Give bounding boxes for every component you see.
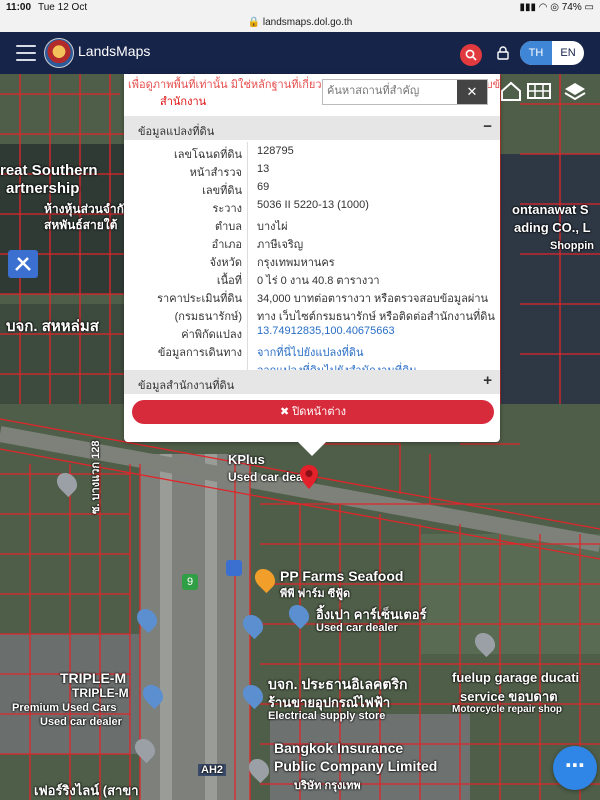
parcel-section-title: ข้อมูลแปลงที่ดิน [138,126,215,138]
map-label: Used car dealer [40,716,122,728]
app-title: LandsMaps [78,43,151,59]
map-label: บริษัท กรุงเทพ [294,780,361,792]
detail-value: 69 [257,181,270,193]
detail-row: ค่าพิกัดแปลง 13.74912835,100.40675663 [124,322,500,341]
map-label: Used car dealer [316,622,398,634]
home-icon[interactable] [498,80,524,102]
place-search-box: ✕ [322,79,488,105]
map-label: บจก. สหหล่มส [6,318,99,335]
detail-row: ราคาประเมินที่ดิน 34,000 บาทต่อตารางวา หร… [124,286,500,305]
status-bar: 11:00 Tue 12 Oct ▮▮▮ ◠ ◎ 74% ▭ [0,0,600,16]
url-bar[interactable]: 🔒 landsmaps.dol.go.th [0,16,600,32]
menu-icon[interactable] [16,45,36,61]
map-label: fuelup garage ducati [452,670,580,685]
map-label: reat Southern [0,162,98,179]
location-pin-icon[interactable] [299,464,319,490]
grid-icon[interactable] [526,80,552,102]
map-label: พีพี ฟาร์ม ซีฟู้ด [280,588,351,600]
map-label: สหพันธ์สายใต้ [44,218,118,232]
battery-percent: 74% [561,2,582,13]
detail-row: อำเภอ ภาษีเจริญ [124,232,500,251]
detail-row: เนื้อที่ 0 ไร่ 0 งาน 40.8 ตารางวา [124,268,500,287]
detail-row: ตำบล บางไผ่ [124,214,500,233]
highway-shield: AH2 [198,764,227,776]
measure-tool-button[interactable] [8,250,38,278]
map-label: Shoppin [550,240,594,252]
place-search-input[interactable] [323,80,461,102]
map-label: Bangkok Insurance [274,740,404,756]
more-options-button[interactable]: ⋯ [553,746,597,790]
office-section-header[interactable]: ข้อมูลสำนักงานที่ดิน + [124,370,500,394]
collapse-icon[interactable]: − [483,118,492,135]
clock: 11:00 [6,2,32,13]
route-marker: 9 [182,574,198,590]
detail-value: 5036 II 5220-13 (1000) [257,199,369,211]
lang-th-button[interactable]: TH [520,41,552,65]
map-label: KPlus [228,452,265,467]
map-label: Premium Used Cars [12,702,117,714]
detail-row: (กรมธนารักษ์) ทาง เว็บไซต์กรมธนารักษ์ หรื… [124,304,500,323]
map-label: PP Farms Seafood [280,568,404,584]
more-icon: ⋯ [565,755,585,777]
map-label: ซ. บางแวก 128 [90,440,102,514]
map-label: เฟอร์ริงไลน์ (สาขา [34,783,139,798]
detail-row: เลขโฉนดที่ดิน 128795 [124,142,500,161]
detail-value: 13 [257,163,270,175]
map-label: TRIPLE-M [72,686,129,700]
detail-row: จังหวัด กรุงเทพมหานคร [124,250,500,269]
map-label: Motorcycle repair shop [452,704,563,715]
detail-value: 128795 [257,145,294,157]
url-text: landsmaps.dol.go.th [262,17,353,28]
lang-en-button[interactable]: EN [552,41,584,65]
map-label: TRIPLE-M [60,670,127,686]
parcel-section-header[interactable]: ข้อมูลแปลงที่ดิน − [124,116,500,140]
map-label: Electrical supply store [268,710,386,722]
map-label: ading CO., L [514,220,591,235]
layers-icon[interactable] [562,80,588,102]
bus-stop-icon[interactable] [226,560,242,576]
close-icon: ✕ [466,84,478,99]
department-logo [44,38,74,68]
detail-row: เลขที่ดิน 69 [124,178,500,197]
map-label: Public Company Limited [274,758,438,774]
map-label: ontanawat S [512,202,589,217]
parcel-info-popup: เพื่อดูภาพพื้นที่เท่านั้น มิใช่หลักฐานที… [124,74,500,456]
detail-row: ข้อมูลการเดินทาง จากที่นี่ไปยังแปลงที่ดิน [124,340,500,359]
detail-row: ระวาง 5036 II 5220-13 (1000) [124,196,500,215]
top-navbar: LandsMaps TH EN [0,32,600,74]
date: Tue 12 Oct [38,2,88,13]
coordinates-link[interactable]: 13.74912835,100.40675663 [257,325,395,337]
expand-icon[interactable]: + [483,372,492,389]
lock-icon[interactable] [497,46,509,60]
detail-row: หน้าสำรวจ 13 [124,160,500,179]
system-indicators: ▮▮▮ ◠ ◎ 74% ▭ [519,2,594,13]
search-button[interactable] [460,44,482,66]
ruler-pencil-icon [15,257,31,271]
clear-search-button[interactable]: ✕ [457,80,487,104]
search-icon [465,49,477,61]
close-window-button[interactable]: ✖ ปิดหน้าต่าง [132,400,494,424]
language-toggle: TH EN [520,41,584,65]
disclaimer-line-2: สำนักงาน [160,96,207,108]
parcel-details: เลขโฉนดที่ดิน 128795 หน้าสำรวจ 13 เลขที่ดิ… [124,142,500,377]
map-label: artnership [6,180,80,197]
office-section-title: ข้อมูลสำนักงานที่ดิน [138,380,235,392]
